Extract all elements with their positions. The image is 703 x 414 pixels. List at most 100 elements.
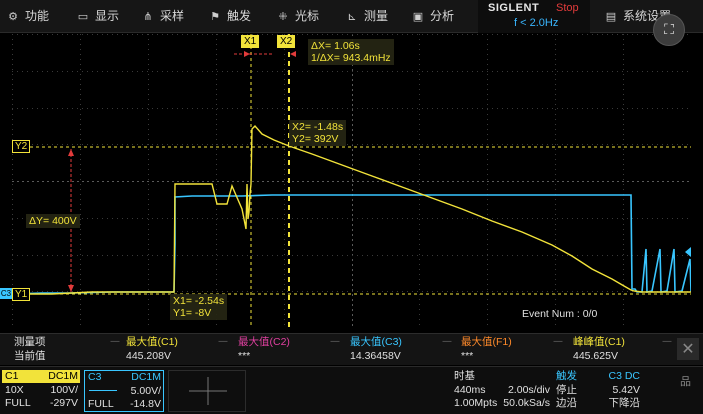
channel-1-bandwidth: FULL xyxy=(5,397,31,409)
x2-time-value: X2= -1.48s xyxy=(292,121,344,133)
x1-time-value: X1= -2.54s xyxy=(173,295,225,307)
menu-cursors-label: 光标 xyxy=(295,9,320,23)
channel-3-bandwidth: FULL xyxy=(88,398,114,410)
trigger-source: C3 DC xyxy=(608,370,640,382)
measure-column-value: *** xyxy=(238,350,251,362)
menu-display[interactable]: ▭ 显示 xyxy=(76,0,119,33)
measure-icon: ⊾ xyxy=(347,10,357,23)
gear-icon: ⚙ xyxy=(8,10,18,23)
delta-y-value: ΔY= 400V xyxy=(29,215,77,227)
timebase-scale: 2.00s/div xyxy=(507,384,550,396)
add-channel-button[interactable] xyxy=(168,370,246,412)
measure-divider: — xyxy=(442,336,452,347)
trigger-slope-row: 边沿 下降沿 xyxy=(554,397,642,410)
event-number-readout: Event Num : 0/0 xyxy=(522,308,598,320)
y2-cursor-tag[interactable]: Y2 xyxy=(12,140,31,153)
trigger-level: 5.42V xyxy=(612,384,640,396)
menu-analysis-label: 分析 xyxy=(430,9,455,23)
brand-status-panel: SIGLENT Stop f < 2.0Hz xyxy=(478,0,590,33)
memory-depth: 1.00Mpts xyxy=(454,397,498,409)
channel-1-header: C1 DC1M xyxy=(2,370,80,383)
x2-cursor-tag[interactable]: X2 xyxy=(277,35,296,48)
measure-column-title[interactable]: 最大值(C2) xyxy=(238,336,290,349)
waveform-display[interactable]: X1 X2 Y2 Y1 ΔX= 1.06s 1/ΔX= 943.4mHz X2=… xyxy=(12,34,691,328)
measure-column-value: *** xyxy=(461,350,474,362)
y2-voltage-value: Y2= 392V xyxy=(292,133,339,145)
channel-1-offset: -297V xyxy=(49,397,78,409)
timebase-status[interactable]: 时基 440ms 2.00s/div 1.00Mpts 50.0kSa/s xyxy=(452,370,552,412)
delta-x-readout: ΔX= 1.06s 1/ΔX= 943.4mHz xyxy=(308,39,394,65)
measure-divider: — xyxy=(218,336,228,347)
channel-3-coupling: DC1M xyxy=(131,371,161,383)
x1-y1-readout: X1= -2.54s Y1= -8V xyxy=(170,294,228,320)
channel-3-offset: -14.8V xyxy=(130,398,161,410)
menu-measure[interactable]: ⊾ 测量 xyxy=(345,0,388,33)
measure-column-title[interactable]: 峰峰值(C1) xyxy=(573,336,625,349)
menu-function-label: 功能 xyxy=(25,9,50,23)
menu-cursors[interactable]: ⁜ 光标 xyxy=(276,0,319,33)
channel-1-scale-row: 10X 100V/ xyxy=(2,384,80,397)
menu-acquire[interactable]: ⋔ 采样 xyxy=(141,0,184,33)
channel-status-bar: C1 DC1M 10X 100V/ FULL -297V C3 DC1M 5.0… xyxy=(0,366,703,414)
delta-x-arrowhead-left xyxy=(244,51,250,57)
menu-function[interactable]: ⚙ 功能 xyxy=(6,0,49,33)
brand-logo: SIGLENT xyxy=(488,2,540,14)
x1-cursor-tag[interactable]: X1 xyxy=(241,35,260,48)
trigger-type: 边沿 xyxy=(556,397,577,409)
measure-column-value: 14.36458V xyxy=(350,350,401,362)
y1-cursor-tag[interactable]: Y1 xyxy=(12,288,31,301)
measure-row-header: 测量项 xyxy=(14,336,46,348)
delta-y-readout: ΔY= 400V xyxy=(26,214,80,228)
menu-analysis[interactable]: ▣ 分析 xyxy=(411,0,454,33)
measure-column-title[interactable]: 最大值(C1) xyxy=(126,336,178,349)
measure-divider: — xyxy=(662,336,672,347)
close-measure-button[interactable]: ✕ xyxy=(677,338,699,360)
system-icon: ▤ xyxy=(605,10,617,23)
delta-x-arrowhead-right xyxy=(290,51,296,57)
trigger-mode: 停止 xyxy=(556,384,577,396)
trigger-status[interactable]: 触发 C3 DC 停止 5.42V 边沿 下降沿 xyxy=(554,370,642,412)
channel-1-coupling: DC1M xyxy=(48,370,78,382)
menu-measure-label: 测量 xyxy=(364,9,389,23)
delta-y-arrowhead-bottom xyxy=(68,285,74,292)
trigger-frequency-readout: f < 2.0Hz xyxy=(514,17,559,29)
trigger-slope: 下降沿 xyxy=(608,397,641,409)
channel-3-name: C3 xyxy=(88,371,102,383)
measure-divider: — xyxy=(110,336,120,347)
channel-3-status[interactable]: C3 DC1M 5.00V/ FULL -14.8V xyxy=(84,370,164,412)
trigger-flag-icon: ⚑ xyxy=(210,10,220,23)
cursor-icon: ⁜ xyxy=(278,10,288,23)
channel-3-scale-row: 5.00V/ xyxy=(85,385,163,398)
delta-y-arrowhead-top xyxy=(68,149,74,156)
timebase-title: 时基 xyxy=(454,370,475,382)
measure-divider: — xyxy=(553,336,563,347)
menu-trigger[interactable]: ⚑ 触发 xyxy=(208,0,251,33)
timebase-rate-row: 1.00Mpts 50.0kSa/s xyxy=(452,397,552,410)
channel-3-offset-marker[interactable]: C3 xyxy=(0,288,12,299)
y1-voltage-value: Y1= -8V xyxy=(173,307,212,319)
trigger-level-row: 停止 5.42V xyxy=(554,384,642,397)
add-channel-icon xyxy=(189,377,227,405)
network-icon[interactable]: 品 xyxy=(680,373,691,389)
menu-acquire-label: 采样 xyxy=(160,9,185,23)
inverse-delta-x-value: 1/ΔX= 943.4mHz xyxy=(311,52,391,64)
close-icon: ✕ xyxy=(681,339,695,358)
channel-3-offset-row: FULL -14.8V xyxy=(85,398,163,411)
timebase-delay: 440ms xyxy=(454,384,486,396)
measure-column-value: 445.625V xyxy=(573,350,618,362)
measure-column-title[interactable]: 最大值(C3) xyxy=(350,336,402,349)
measure-column-value: 445.208V xyxy=(126,350,171,362)
measure-column-title[interactable]: 最大值(F1) xyxy=(461,336,512,349)
menu-trigger-label: 触发 xyxy=(227,9,252,23)
channel-3-trace xyxy=(12,194,691,295)
measurement-panel: 测量项 当前值 — 最大值(C1) 445.208V — 最大值(C2) ***… xyxy=(0,333,703,365)
channel-1-status[interactable]: C1 DC1M 10X 100V/ FULL -297V xyxy=(2,370,80,412)
run-state-indicator[interactable]: Stop xyxy=(556,2,579,14)
timebase-scale-row: 440ms 2.00s/div xyxy=(452,384,552,397)
acquire-icon: ⋔ xyxy=(143,10,153,23)
top-menu-bar: ⚙ 功能 ▭ 显示 ⋔ 采样 ⚑ 触发 ⁜ 光标 ⊾ 测量 ▣ 分析 SIGLENT Stop… xyxy=(0,0,703,33)
channel-1-name: C1 xyxy=(5,370,19,382)
menu-display-label: 显示 xyxy=(95,9,120,23)
channel-3-header: C3 DC1M xyxy=(85,371,163,384)
channel-3-scale: 5.00V/ xyxy=(130,385,161,397)
